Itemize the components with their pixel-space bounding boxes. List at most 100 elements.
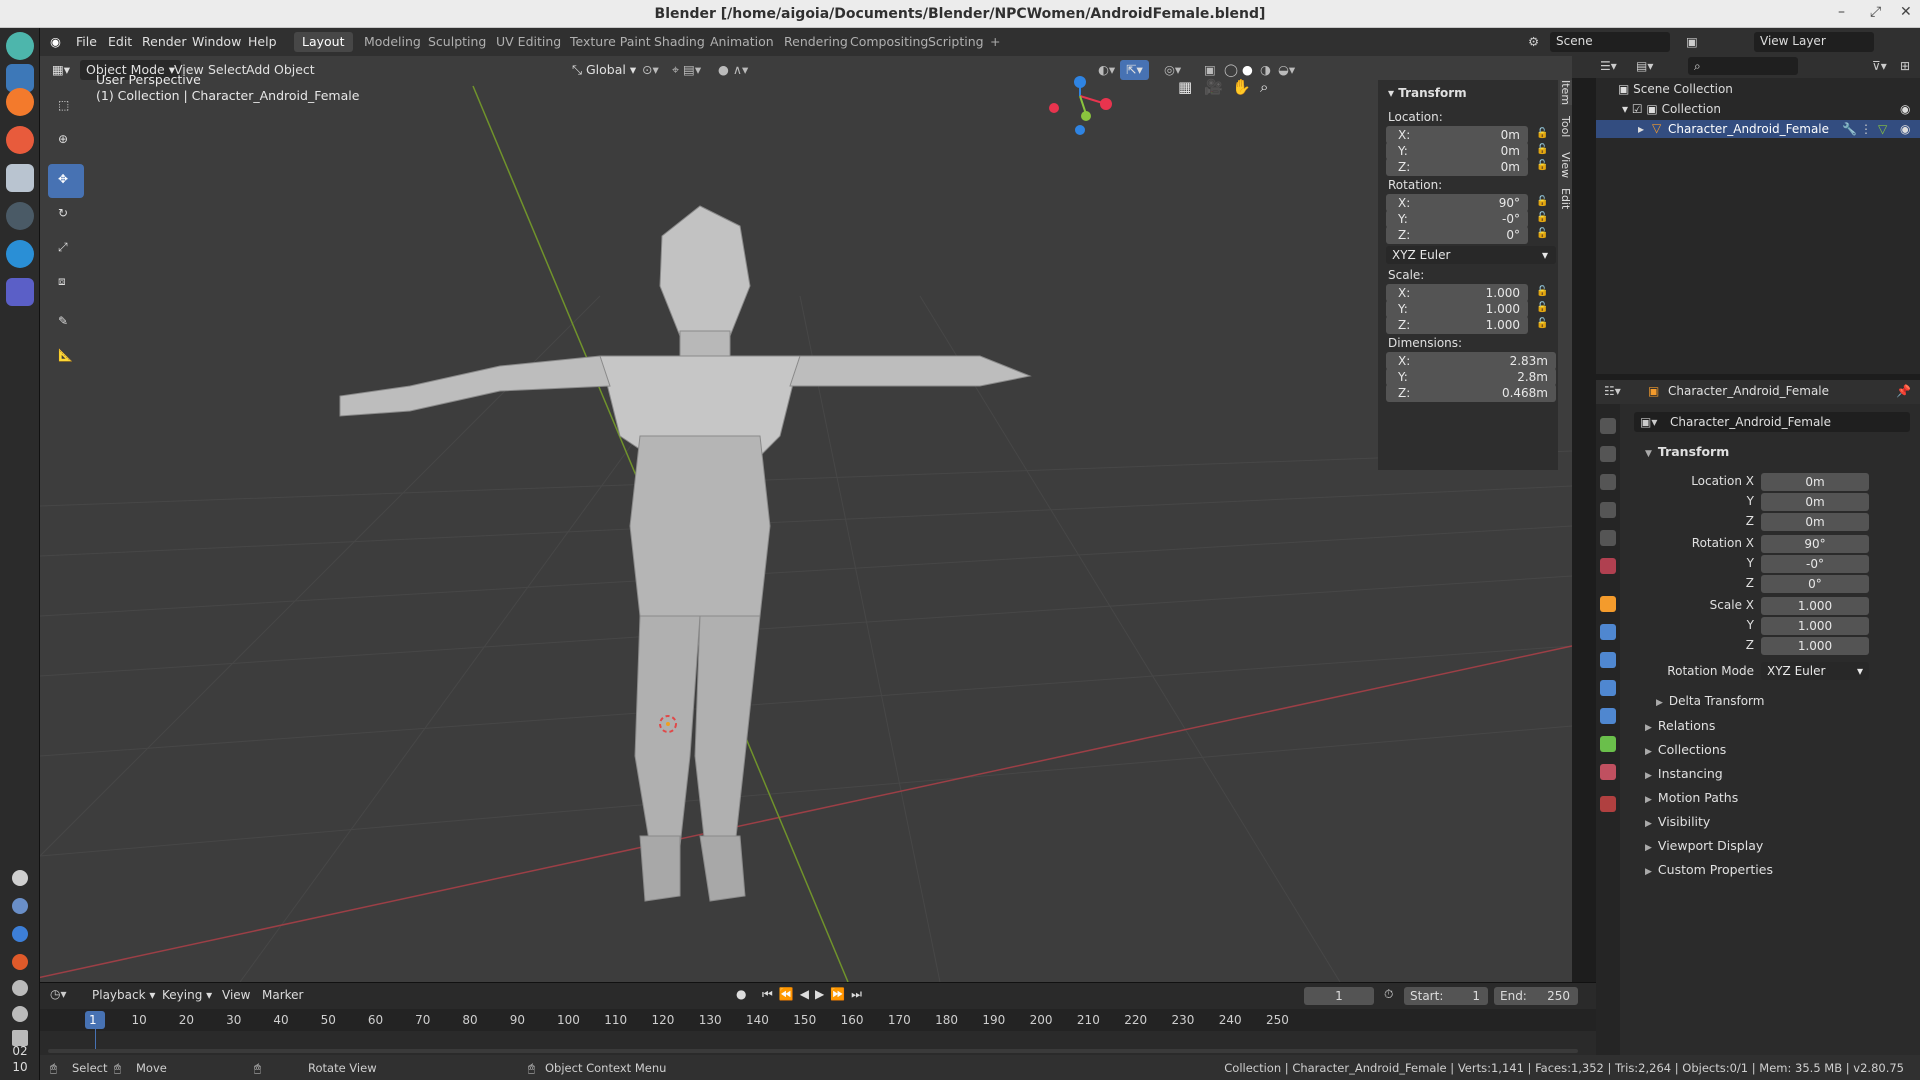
location-z-field[interactable]: Z: 0m <box>1386 158 1528 176</box>
new-collection-icon[interactable]: ⊞ <box>1900 59 1910 73</box>
folder-icon[interactable] <box>6 164 34 192</box>
sidebar-tab-view[interactable]: View <box>1559 152 1572 178</box>
vscode-icon[interactable] <box>6 240 34 268</box>
material-tab-icon[interactable] <box>1600 764 1616 780</box>
rotate-tool[interactable]: ↻ <box>48 198 84 232</box>
view-layer-icon[interactable]: ▣ <box>1686 34 1698 49</box>
lock-icon[interactable]: 🔓 <box>1536 318 1548 330</box>
camera-view-icon[interactable]: 🎥 <box>1204 78 1223 96</box>
constraints-tab-icon[interactable] <box>1600 708 1616 724</box>
bluetooth-icon[interactable] <box>12 926 28 942</box>
current-frame-field[interactable]: 1 <box>1304 987 1374 1005</box>
editor-type-icon[interactable]: ▦▾ <box>46 60 76 80</box>
mesh-data-icon[interactable]: ▽ <box>1878 122 1887 136</box>
measure-tool[interactable]: 📐 <box>48 340 84 374</box>
select-box-tool[interactable]: ⬚ <box>48 90 84 124</box>
tl-menu-marker[interactable]: Marker <box>262 988 303 1002</box>
transform-panel-header[interactable]: ▼ Transform <box>1645 444 1729 459</box>
minimize-icon[interactable]: – <box>1838 4 1845 20</box>
scene-icon[interactable]: ⚙ <box>1528 34 1539 49</box>
shading-rendered-icon[interactable]: ◒▾ <box>1272 60 1301 80</box>
close-icon[interactable]: ✕ <box>1900 4 1912 20</box>
instancing-header[interactable]: ▶ Instancing <box>1645 766 1723 781</box>
menu-help[interactable]: Help <box>248 34 277 49</box>
pin-icon[interactable]: 📌 <box>1896 384 1911 398</box>
tool-tab-icon[interactable] <box>1600 418 1616 434</box>
texture-tab-icon[interactable] <box>1600 796 1616 812</box>
scene-field[interactable]: Scene <box>1550 32 1670 52</box>
annotate-tool[interactable]: ✎ <box>48 306 84 340</box>
pan-hand-icon[interactable]: ✋ <box>1232 78 1251 96</box>
prop-location-z[interactable]: 0m <box>1761 513 1869 531</box>
expand-icon[interactable]: ▾ <box>1622 102 1632 116</box>
stopwatch-icon[interactable]: ⏱ <box>1384 987 1393 1002</box>
end-frame-field[interactable]: End: 250 <box>1494 987 1578 1005</box>
modifier-icon[interactable]: 🔧 <box>1842 122 1857 136</box>
collection-row[interactable]: ▾ ☑ ▣ Collection <box>1622 102 1721 116</box>
prop-location-y[interactable]: 0m <box>1761 493 1869 511</box>
output-tab-icon[interactable] <box>1600 474 1616 490</box>
tl-menu-playback[interactable]: Playback ▾ <box>92 988 155 1002</box>
lock-icon[interactable]: 🔓 <box>1536 228 1548 240</box>
menu-window[interactable]: Window <box>192 34 241 49</box>
blender-logo-icon[interactable]: ◉ <box>50 34 61 49</box>
camera-perspective-icon[interactable]: ▦ <box>1178 78 1192 96</box>
prop-scale-y[interactable]: 1.000 <box>1761 617 1869 635</box>
rotation-mode-dropdown[interactable]: XYZ Euler ▾ <box>1386 246 1556 264</box>
tab-sculpting[interactable]: Sculpting <box>420 32 494 52</box>
shield-icon[interactable] <box>12 898 28 914</box>
transform-tool[interactable]: ⧈ <box>48 266 84 300</box>
scene-tab-icon[interactable] <box>1600 530 1616 546</box>
rotation-z-field[interactable]: Z: 0° <box>1386 226 1528 244</box>
character-android-female-mesh[interactable] <box>339 205 1032 902</box>
gizmo-toggle-icon[interactable]: ⇱▾ <box>1120 60 1149 80</box>
modifier-tab-icon[interactable] <box>1600 624 1616 640</box>
armature-icon[interactable]: ⋮ <box>1860 122 1872 136</box>
scene-collection-row[interactable]: ▣ Scene Collection <box>1618 82 1733 96</box>
lock-icon[interactable]: 🔓 <box>1536 302 1548 314</box>
viewport-canvas[interactable] <box>40 56 1572 982</box>
tab-scripting[interactable]: Scripting <box>920 32 992 52</box>
render-tab-icon[interactable] <box>1600 446 1616 462</box>
pivot-icon[interactable]: ⊙▾ <box>636 60 665 80</box>
scale-z-field[interactable]: Z: 1.000 <box>1386 316 1528 334</box>
start-frame-field[interactable]: Start: 1 <box>1404 987 1488 1005</box>
sidebar-tab-edit[interactable]: Edit <box>1559 188 1572 209</box>
display-mode-icon[interactable]: ▤▾ <box>1636 59 1653 73</box>
eye-icon[interactable]: ◉ <box>1900 102 1910 116</box>
delta-transform-header[interactable]: ▶ Delta Transform <box>1656 694 1764 708</box>
move-tool[interactable]: ✥ <box>48 164 84 198</box>
terminal-icon[interactable] <box>6 202 34 230</box>
browser-icon[interactable] <box>6 126 34 154</box>
blender-icon[interactable] <box>6 88 34 116</box>
scale-tool[interactable]: ⤢ <box>48 232 84 266</box>
chrome-icon[interactable] <box>12 954 28 970</box>
prop-rotation-x[interactable]: 90° <box>1761 535 1869 553</box>
outliner-object-row[interactable]: ▸ ▽ Character_Android_Female 🔧 ⋮ ▽ ◉ <box>1596 120 1920 138</box>
tab-texture-paint[interactable]: Texture Paint <box>562 32 659 52</box>
lock-icon[interactable]: 🔓 <box>1536 212 1548 224</box>
lock-icon[interactable]: 🔓 <box>1536 128 1548 140</box>
lock-icon[interactable]: 🔓 <box>1536 144 1548 156</box>
sidebar-tab-tool[interactable]: Tool <box>1559 116 1572 137</box>
timeline-editor-icon[interactable]: ◷▾ <box>50 987 67 1001</box>
prop-rotation-z[interactable]: 0° <box>1761 575 1869 593</box>
outliner-editor-icon[interactable]: ☰▾ <box>1600 59 1617 73</box>
vp-menu-object[interactable]: Object <box>268 60 321 80</box>
lock-icon[interactable]: 🔓 <box>1536 196 1548 208</box>
properties-editor-icon[interactable]: ☷▾ <box>1604 384 1621 398</box>
menu-file[interactable]: File <box>76 34 97 49</box>
lock-icon[interactable]: 🔓 <box>1536 160 1548 172</box>
tab-uv-editing[interactable]: UV Editing <box>488 32 569 52</box>
overlay-toggle-icon[interactable]: ◎▾ <box>1158 60 1187 80</box>
custom-properties-header[interactable]: ▶ Custom Properties <box>1645 862 1773 877</box>
viewport-display-header[interactable]: ▶ Viewport Display <box>1645 838 1763 853</box>
data-tab-icon[interactable] <box>1600 736 1616 752</box>
tl-menu-view[interactable]: View <box>222 988 250 1002</box>
menu-edit[interactable]: Edit <box>108 34 132 49</box>
expand-icon[interactable]: ▸ <box>1638 122 1644 136</box>
snap-icon[interactable]: ⌖ ▤▾ <box>666 60 707 80</box>
world-tab-icon[interactable] <box>1600 558 1616 574</box>
lock-icon[interactable]: 🔓 <box>1536 286 1548 298</box>
collections-header[interactable]: ▶ Collections <box>1645 742 1726 757</box>
